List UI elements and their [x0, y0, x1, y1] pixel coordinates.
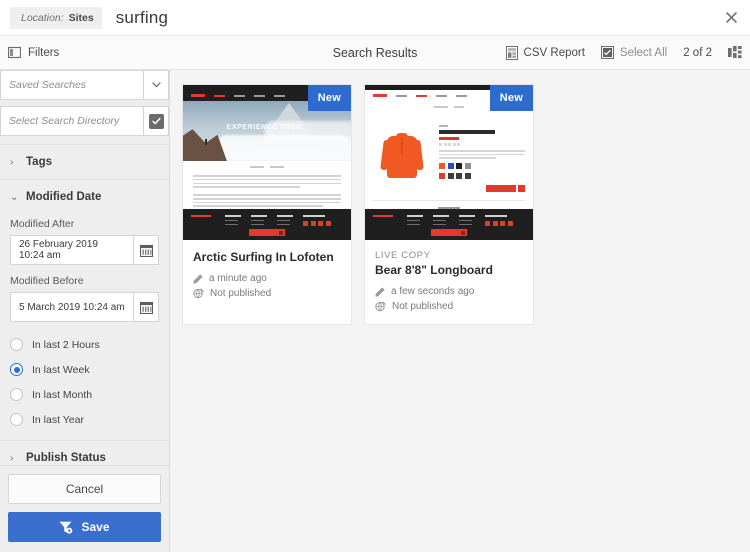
toolbar-actions: CSV Report Select All 2 of 2	[505, 45, 742, 60]
modified-date-group: Modified After 26 February 2019 10:24 am	[0, 218, 169, 440]
sidebar-section-publish-status[interactable]: › Publish Status	[0, 440, 169, 465]
modified-after-input[interactable]: 26 February 2019 10:24 am	[10, 235, 133, 265]
pencil-icon	[375, 286, 385, 297]
chevron-down-icon: ⌄	[10, 191, 19, 203]
chevron-right-icon: ›	[10, 156, 14, 168]
search-query-text[interactable]: surfing	[116, 8, 168, 28]
card-livecopy-label: LIVE COPY	[375, 250, 431, 261]
filters-sidebar: Saved Searches Select Search Directory ›…	[0, 70, 170, 552]
save-button-label: Save	[81, 520, 110, 534]
search-directory-input[interactable]: Select Search Directory	[0, 106, 143, 136]
search-page: close-icon Location: Sites surfing Filte…	[0, 0, 750, 552]
csv-report-label: CSV Report	[523, 46, 585, 59]
card-thumbnail[interactable]: EXPERIENCE PACK New	[183, 85, 351, 240]
location-chip-value: Sites	[68, 11, 94, 24]
card-modified-text: a minute ago	[209, 273, 267, 284]
card-publish-text: Not published	[210, 288, 272, 299]
check-square-icon	[600, 46, 614, 59]
select-all-label: Select All	[619, 46, 668, 59]
search-directory-row[interactable]: Select Search Directory	[0, 106, 169, 136]
card-info: Arctic Surfing In Lofoten a minute ago N…	[183, 240, 351, 311]
page-body: Saved Searches Select Search Directory ›…	[0, 70, 750, 552]
save-button[interactable]: Save	[8, 512, 161, 542]
card-modified-text: a few seconds ago	[391, 286, 475, 297]
card-info: LIVE COPY Bear 8'8" Longboard a few seco…	[365, 240, 533, 324]
cancel-button-label: Cancel	[65, 482, 104, 496]
sidebar-section-modified-date[interactable]: ⌄ Modified Date	[0, 179, 169, 214]
radio-in-last-month[interactable]: In last Month	[10, 382, 159, 407]
view-layout-icon	[728, 46, 742, 59]
radio-label: In last Week	[32, 363, 90, 376]
modified-before-row[interactable]: 5 March 2019 10:24 am	[10, 292, 159, 322]
filters-toggle-button[interactable]: Filters	[8, 46, 59, 59]
close-icon[interactable]	[722, 9, 740, 27]
status-badge: New	[307, 85, 351, 111]
filters-label: Filters	[28, 46, 60, 59]
radio-label: In last Year	[32, 413, 84, 426]
save-filter-icon	[59, 521, 73, 534]
globe-unpublished-icon	[193, 288, 204, 299]
result-count: 2 of 2	[683, 46, 712, 59]
filters-actions: Cancel Save	[0, 465, 169, 552]
card-title: Bear 8'8" Longboard	[375, 263, 493, 277]
result-card[interactable]: New LIVE COPY Bear 8'8" Longboard a few …	[364, 84, 534, 325]
location-filter-chip[interactable]: close-icon Location: Sites	[10, 6, 102, 29]
saved-searches-row[interactable]: Saved Searches	[0, 70, 169, 100]
search-results-grid: EXPERIENCE PACK New Arctic Surfing In Lo…	[170, 70, 750, 552]
calendar-icon[interactable]	[133, 292, 159, 322]
card-meta: a minute ago Not published	[193, 273, 341, 299]
chevron-down-icon[interactable]	[143, 70, 169, 100]
sidebar-section-publish-status-label: Publish Status	[26, 452, 106, 464]
radio-icon	[10, 413, 23, 426]
card-publish-text: Not published	[392, 301, 454, 312]
status-badge: New	[489, 85, 533, 111]
search-header: close-icon Location: Sites surfing	[0, 0, 750, 36]
cancel-button[interactable]: Cancel	[8, 474, 161, 504]
card-meta: a few seconds ago Not published	[375, 286, 523, 312]
radio-icon-selected	[10, 363, 23, 376]
radio-icon	[10, 388, 23, 401]
radio-icon	[10, 338, 23, 351]
card-publish-meta: Not published	[375, 301, 523, 312]
saved-searches-input[interactable]: Saved Searches	[0, 70, 143, 100]
card-publish-meta: Not published	[193, 288, 271, 299]
check-icon	[148, 113, 164, 129]
rail-panel-icon	[8, 46, 21, 59]
chevron-right-icon: ›	[10, 452, 14, 464]
sidebar-section-tags[interactable]: › Tags	[0, 144, 169, 179]
modified-before-input[interactable]: 5 March 2019 10:24 am	[10, 292, 133, 322]
sidebar-section-modified-date-label: Modified Date	[26, 191, 102, 203]
csv-report-button[interactable]: CSV Report	[505, 45, 585, 60]
sidebar-section-tags-label: Tags	[26, 156, 52, 168]
modified-after-row[interactable]: 26 February 2019 10:24 am	[10, 235, 159, 265]
search-directory-checkbox[interactable]	[143, 106, 169, 136]
globe-unpublished-icon	[375, 301, 386, 312]
radio-in-last-week[interactable]: In last Week	[10, 357, 159, 382]
pencil-icon	[193, 273, 203, 284]
modified-before-label: Modified Before	[10, 275, 84, 287]
location-chip-prefix: Location:	[21, 11, 64, 24]
result-card[interactable]: EXPERIENCE PACK New Arctic Surfing In Lo…	[182, 84, 352, 325]
radio-label: In last 2 Hours	[32, 338, 100, 351]
card-title: Arctic Surfing In Lofoten	[193, 250, 334, 264]
calendar-icon[interactable]	[133, 235, 159, 265]
radio-in-last-year[interactable]: In last Year	[10, 407, 159, 432]
card-modified-meta: a few seconds ago	[375, 286, 523, 297]
radio-label: In last Month	[32, 388, 93, 401]
filters-scroll-area: Saved Searches Select Search Directory ›…	[0, 70, 169, 465]
view-layout-button[interactable]	[728, 46, 742, 59]
select-all-button[interactable]: Select All	[600, 46, 668, 59]
radio-in-last-2-hours[interactable]: In last 2 Hours	[10, 332, 159, 357]
modified-after-label: Modified After	[10, 218, 75, 230]
results-toolbar: Filters Search Results CSV Report Select…	[0, 36, 750, 70]
card-modified-meta: a minute ago	[193, 273, 267, 284]
report-document-icon	[505, 45, 518, 60]
card-thumbnail[interactable]: New	[365, 85, 533, 240]
